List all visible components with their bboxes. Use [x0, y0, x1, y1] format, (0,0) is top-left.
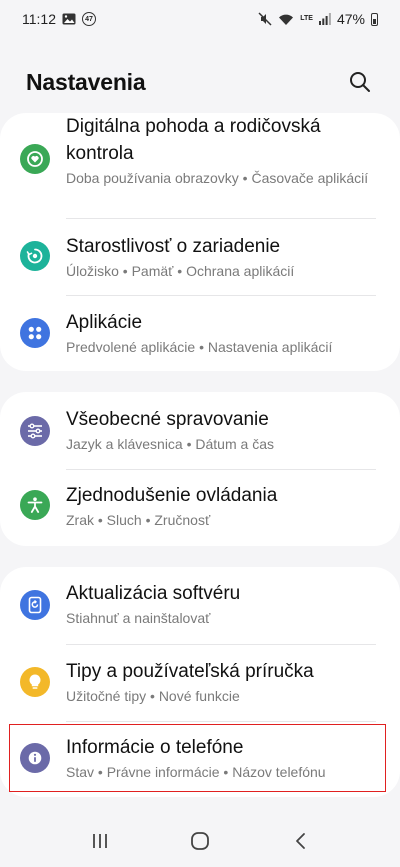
- lightbulb-icon: [20, 667, 50, 697]
- battery-percent: 47%: [336, 11, 365, 27]
- settings-item-accessibility[interactable]: Zjednodušenie ovládania Zrak • Sluch • Z…: [0, 470, 400, 546]
- wifi-icon: [278, 13, 294, 26]
- settings-item-label: Zjednodušenie ovládania: [66, 485, 278, 506]
- home-icon: [191, 832, 209, 850]
- notification-count-badge: 47: [82, 12, 96, 26]
- search-icon: [350, 72, 370, 92]
- settings-group-1: Digitálna pohoda a rodičovská kontrola D…: [0, 113, 400, 371]
- clock: 11:12: [22, 11, 56, 27]
- settings-item-label: Informácie o telefóne: [66, 737, 244, 758]
- settings-item-label: Aktualizácia softvéru: [66, 583, 241, 604]
- settings-item-subtitle: Predvolené aplikácie • Nastavenia apliká…: [66, 339, 333, 355]
- settings-item-about-phone[interactable]: Informácie o telefóne Stav • Právne info…: [0, 722, 400, 797]
- settings-header: Nastavenia: [0, 56, 400, 108]
- gallery-icon: [62, 13, 76, 25]
- settings-item-tips[interactable]: Tipy a používateľská príručka Užitočné t…: [0, 645, 400, 721]
- settings-item-software-update[interactable]: Aktualizácia softvéru Stiahnuť a nainšta…: [0, 567, 400, 644]
- recents-icon: [93, 834, 107, 848]
- back-icon: [296, 833, 305, 849]
- settings-item-subtitle: Doba používania obrazovky • Časovače apl…: [66, 170, 369, 186]
- settings-item-device-care[interactable]: Starostlivosť o zariadenie Úložisko • Pa…: [0, 219, 400, 295]
- settings-item-label: Aplikácie: [66, 312, 143, 333]
- settings-item-subtitle: Užitočné tipy • Nové funkcie: [66, 688, 240, 704]
- lte-icon: LTE: [300, 15, 313, 22]
- apps-icon: [20, 318, 50, 348]
- settings-item-subtitle: Stav • Právne informácie • Názov telefón…: [66, 764, 326, 780]
- accessibility-icon: [20, 490, 50, 520]
- settings-item-apps[interactable]: Aplikácie Predvolené aplikácie • Nastave…: [0, 296, 400, 371]
- page-title: Nastavenia: [26, 68, 146, 95]
- signal-icon: [318, 13, 331, 25]
- settings-group-3: Aktualizácia softvéru Stiahnuť a nainšta…: [0, 567, 400, 797]
- settings-item-subtitle: Úložisko • Pamäť • Ochrana aplikácií: [66, 263, 295, 279]
- info-icon: [20, 743, 50, 773]
- home-button[interactable]: [178, 819, 222, 863]
- settings-item-digital-wellbeing[interactable]: Digitálna pohoda a rodičovská kontrola D…: [0, 113, 400, 223]
- heart-icon: [20, 144, 50, 174]
- device-care-icon: [20, 241, 50, 271]
- status-bar: 11:12 47 LTE 47%: [0, 0, 400, 38]
- recents-button[interactable]: [78, 819, 122, 863]
- software-update-icon: [20, 590, 50, 620]
- settings-item-subtitle: Jazyk a klávesnica • Dátum a čas: [66, 436, 274, 452]
- settings-item-subtitle: Zrak • Sluch • Zručnosť: [66, 512, 211, 528]
- settings-item-general-management[interactable]: Všeobecné spravovanie Jazyk a klávesnica…: [0, 392, 400, 469]
- settings-item-label: Všeobecné spravovanie: [66, 409, 269, 430]
- mute-icon: [258, 12, 272, 26]
- settings-item-label: Digitálna pohoda a rodičovská kontrola: [66, 116, 321, 164]
- search-button[interactable]: [344, 66, 376, 98]
- navigation-bar: [0, 815, 400, 867]
- sliders-icon: [20, 416, 50, 446]
- settings-item-subtitle: Stiahnuť a nainštalovať: [66, 610, 211, 626]
- settings-group-2: Všeobecné spravovanie Jazyk a klávesnica…: [0, 392, 400, 546]
- settings-item-label: Tipy a používateľská príručka: [66, 661, 314, 682]
- battery-icon: [371, 12, 378, 26]
- settings-item-label: Starostlivosť o zariadenie: [66, 236, 281, 257]
- back-button[interactable]: [278, 819, 322, 863]
